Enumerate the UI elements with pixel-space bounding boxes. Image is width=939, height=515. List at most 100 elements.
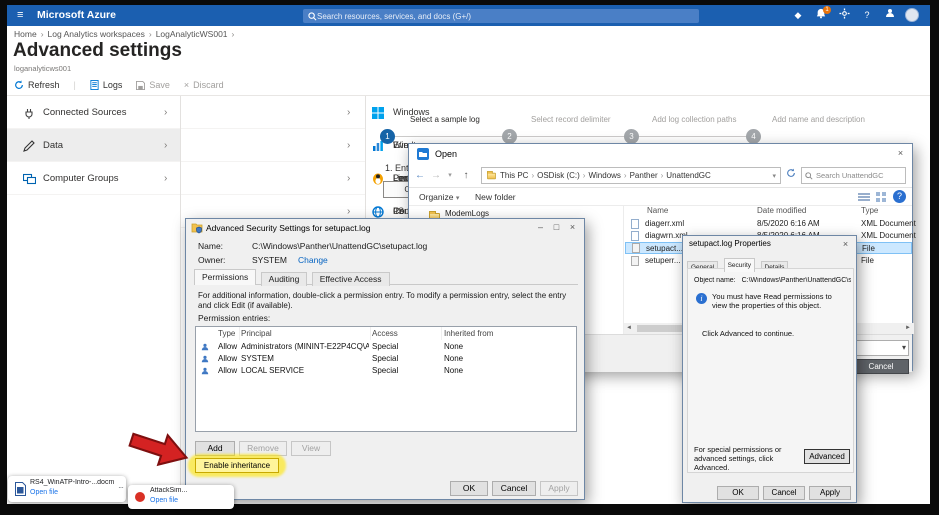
refresh-button[interactable]: Refresh	[14, 80, 60, 90]
download-filename: RS4_WinATP-Intro-...docm	[30, 479, 114, 486]
change-owner-link[interactable]: Change	[298, 255, 328, 265]
breadcrumb-workspaces[interactable]: Log Analytics workspaces	[48, 29, 145, 39]
download-filename: AttackSim...	[150, 487, 188, 494]
scroll-left-icon[interactable]: ◄	[623, 323, 635, 334]
open-file-link[interactable]: Open file	[30, 489, 58, 496]
view-tiles-icon[interactable]	[876, 192, 886, 204]
file-row-diagerr[interactable]: diagerr.xml 8/5/2020 6:16 AM XML Documen…	[625, 218, 916, 230]
file-icon	[631, 256, 639, 266]
crumb-osdisk[interactable]: OSDisk (C:)	[537, 171, 580, 180]
enable-inheritance-button[interactable]: Enable inheritance	[195, 458, 279, 473]
col-type[interactable]: Type	[218, 327, 240, 340]
apply-button[interactable]: Apply	[540, 481, 578, 496]
col-principal[interactable]: Principal	[241, 327, 371, 340]
wizard-step4-circle[interactable]: 4	[746, 129, 761, 144]
breadcrumb-workspace-name[interactable]: LogAnalyticWS001	[156, 29, 228, 39]
help-icon[interactable]: ?	[859, 8, 875, 23]
security-tabs: Permissions Auditing Effective Access	[194, 269, 578, 286]
address-dropdown-icon[interactable]: ▾	[772, 172, 776, 180]
save-button[interactable]: Save	[136, 80, 170, 90]
crumb-windows[interactable]: Windows	[588, 171, 620, 180]
security-dialog-title: Advanced Security Settings for setupact.…	[206, 223, 371, 233]
column-header-type[interactable]: Type	[861, 206, 878, 218]
wizard-step2-circle[interactable]: 2	[502, 129, 517, 144]
sidebar-item-connected-sources[interactable]: Connected Sources ›	[7, 96, 180, 129]
column-header-name[interactable]: Name	[647, 206, 668, 218]
pencil-icon	[23, 139, 35, 157]
breadcrumb-home[interactable]: Home	[14, 29, 37, 39]
permission-row-administrators[interactable]: Allow Administrators (MININT-E22P4CQ\Adm…	[196, 341, 576, 353]
xml-file-icon	[631, 231, 639, 241]
owner-label: Owner:	[198, 255, 226, 265]
ok-button[interactable]: OK	[450, 481, 488, 496]
refresh-icon[interactable]	[784, 167, 798, 184]
organize-button[interactable]: Organize ▾	[419, 188, 459, 208]
cancel-button[interactable]: Cancel	[492, 481, 536, 496]
panel-item-linux-performance-counters[interactable]: Linux Performance Counters ›	[181, 162, 445, 249]
sidebar-item-data[interactable]: Data ›	[7, 129, 180, 162]
sidebar-item-computer-groups[interactable]: Computer Groups ›	[7, 162, 180, 195]
permission-row-local-service[interactable]: Allow LOCAL SERVICE Special None	[196, 365, 576, 377]
tab-security[interactable]: Security	[723, 258, 756, 272]
new-folder-button[interactable]: New folder	[475, 188, 516, 206]
chevron-right-icon: ›	[347, 173, 351, 184]
refresh-icon	[15, 80, 23, 89]
copilot-icon[interactable]: ◆	[790, 8, 806, 23]
panel-item-windows-event-logs[interactable]: Windows Event Logs ›	[181, 96, 430, 183]
tab-auditing[interactable]: Auditing	[260, 272, 308, 286]
close-icon[interactable]: ×	[565, 221, 580, 234]
maximize-icon[interactable]: □	[549, 221, 564, 234]
open-dialog-cancel-button[interactable]: Cancel	[853, 359, 909, 374]
properties-tabs: General Security Details Previous Versio…	[687, 254, 854, 291]
col-inherited[interactable]: Inherited from	[444, 327, 544, 340]
scroll-right-icon[interactable]: ►	[902, 323, 914, 334]
settings-gear-icon[interactable]	[836, 8, 852, 23]
wizard-step3-circle[interactable]: 3	[624, 129, 639, 144]
wizard-step1-circle[interactable]: 1	[380, 129, 395, 144]
back-icon[interactable]: ←	[413, 167, 427, 184]
owner-value: SYSTEM	[252, 255, 287, 265]
tab-permissions[interactable]: Permissions	[194, 269, 257, 285]
hamburger-menu-icon[interactable]: ≡	[17, 5, 23, 26]
panel-item-windows-performance-counters[interactable]: Windows Performance Counters ›	[181, 129, 445, 216]
forward-icon[interactable]: →	[429, 167, 443, 184]
discard-button[interactable]: × Discard	[184, 80, 224, 90]
minimize-icon[interactable]: –	[533, 221, 548, 234]
open-dialog-titlebar: Open ×	[409, 144, 912, 164]
account-avatar[interactable]	[905, 8, 919, 22]
cancel-button[interactable]: Cancel	[763, 486, 805, 500]
explorer-address-bar[interactable]: This PC › OSDisk (C:) › Windows › Panther › …	[481, 167, 781, 184]
feedback-person-icon[interactable]	[882, 8, 898, 23]
notifications-bell-icon[interactable]: 1	[813, 6, 831, 23]
column-header-date[interactable]: Date modified	[757, 206, 806, 218]
history-dropdown-icon[interactable]: ▾	[445, 167, 455, 184]
crumb-this-pc[interactable]: This PC	[500, 171, 528, 180]
tab-effective-access[interactable]: Effective Access	[311, 272, 390, 286]
global-search-box[interactable]	[303, 9, 699, 23]
advanced-button[interactable]: Advanced	[804, 449, 850, 464]
azure-brand[interactable]: Microsoft Azure	[37, 5, 116, 26]
open-file-link[interactable]: Open file	[150, 497, 178, 504]
view-button[interactable]: View	[291, 441, 331, 456]
download-chip-2[interactable]: AttackSim... Open file	[128, 485, 234, 509]
ok-button[interactable]: OK	[717, 486, 759, 500]
explorer-search-input[interactable]	[816, 171, 902, 180]
crumb-unattendgc[interactable]: UnattendGC	[666, 171, 710, 180]
view-list-icon[interactable]	[858, 192, 870, 204]
help-icon[interactable]: ?	[893, 190, 906, 203]
close-icon[interactable]: ×	[838, 238, 853, 251]
close-icon[interactable]: ×	[893, 147, 908, 160]
download-chip-1[interactable]: RS4_WinATP-Intro-...docm Open file ···	[8, 476, 126, 502]
explorer-search-box[interactable]	[801, 167, 906, 184]
permission-row-system[interactable]: Allow SYSTEM Special None	[196, 353, 576, 365]
apply-button[interactable]: Apply	[809, 486, 851, 500]
up-icon[interactable]: ↑	[459, 167, 473, 184]
screenshot-root: ≡ Microsoft Azure ◆ 1 ? Home › Log Analy…	[0, 0, 939, 515]
wizard-step3-label: Add log collection paths	[652, 115, 737, 124]
security-dialog-titlebar: Advanced Security Settings for setupact.…	[186, 219, 584, 237]
logs-button[interactable]: Logs	[90, 80, 122, 90]
global-search-input[interactable]	[317, 11, 694, 21]
col-access[interactable]: Access	[372, 327, 442, 340]
crumb-panther[interactable]: Panther	[630, 171, 658, 180]
more-options-icon[interactable]: ···	[118, 483, 124, 492]
